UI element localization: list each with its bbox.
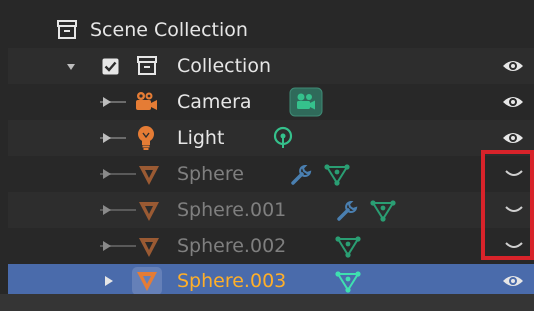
camera-data-icon[interactable] [289,87,323,117]
expand-down-icon[interactable] [66,62,76,72]
mesh-object-icon [138,164,160,186]
outliner-row-label: Scene Collection [90,19,248,41]
wrench-modifier-icon[interactable] [335,199,359,223]
expand-right-icon[interactable] [102,96,112,108]
light-data-icon[interactable] [272,126,294,150]
eye-visible-icon[interactable] [502,58,524,74]
outliner-row-label: Collection [177,55,271,77]
mesh-object-icon [138,200,160,222]
expand-right-icon[interactable] [102,168,112,180]
outliner-row-label: Sphere [177,163,244,185]
mesh-data-icon[interactable] [324,162,350,186]
annotation-highlight-box [481,150,534,260]
collection-icon [136,55,158,77]
outliner-row-label: Sphere.003 [177,270,287,292]
camera-object-icon [132,90,158,114]
light-object-icon [136,125,156,151]
outliner-row-scene-collection[interactable]: Scene Collection [8,12,534,48]
expand-right-icon[interactable] [102,204,112,216]
outliner-row-sphere-003[interactable]: Sphere.003 [8,264,534,298]
wrench-modifier-icon[interactable] [289,163,313,187]
expand-right-icon[interactable] [104,275,114,287]
eye-visible-icon[interactable] [502,94,524,110]
mesh-data-icon[interactable] [335,234,361,258]
eye-visible-icon[interactable] [502,273,524,289]
expand-right-icon[interactable] [102,240,112,252]
outliner-panel: Scene Collection Collection Camera Light… [0,0,534,311]
outliner-row-label: Light [177,127,225,149]
mesh-object-icon [136,270,158,292]
outliner-row-sphere-002[interactable]: Sphere.002 [8,228,534,264]
mesh-data-icon[interactable] [370,198,396,222]
mesh-object-icon [138,236,160,258]
outliner-row-light[interactable]: Light [8,120,534,156]
scene-collection-icon [56,19,78,41]
exclude-checkbox[interactable] [102,58,119,79]
outliner-row-label: Sphere.001 [177,199,287,221]
outliner-row-sphere-001[interactable]: Sphere.001 [8,192,534,228]
outliner-row-label: Sphere.002 [177,235,287,257]
outliner-row-label: Camera [177,91,252,113]
expand-right-icon[interactable] [102,132,112,144]
outliner-row-sphere[interactable]: Sphere [8,156,534,192]
eye-visible-icon[interactable] [502,130,524,146]
outliner-row-collection[interactable]: Collection [8,48,534,84]
outliner-footer [0,294,534,311]
mesh-data-icon[interactable] [335,269,361,293]
outliner-row-camera[interactable]: Camera [8,84,534,120]
